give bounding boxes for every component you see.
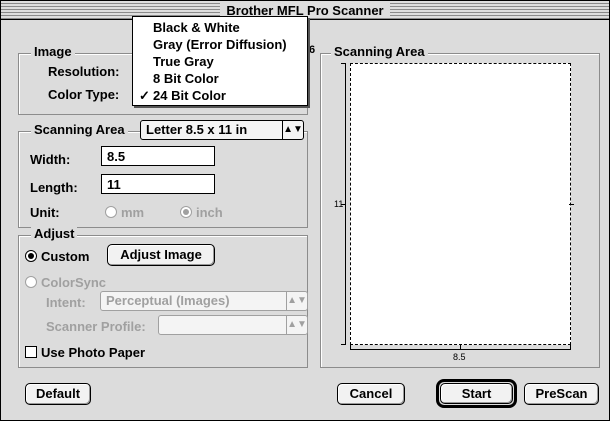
menu-item-true-gray[interactable]: True Gray	[139, 54, 214, 69]
checkbox-icon	[25, 346, 37, 358]
adjust-group-label: Adjust	[31, 226, 78, 241]
updown-arrow-icon: ▲▼	[282, 121, 303, 139]
updown-arrow-icon: ▲▼	[286, 316, 307, 334]
menu-item-24-bit-color[interactable]: ✓ 24 Bit Color	[139, 88, 226, 104]
preview-area[interactable]	[350, 63, 571, 345]
occluded-fragment: 6	[309, 44, 316, 56]
unit-mm-radio[interactable]: mm	[105, 205, 144, 220]
radio-icon	[105, 206, 117, 218]
width-field[interactable]: 8.5	[101, 146, 215, 166]
resolution-label: Resolution:	[48, 64, 120, 79]
color-type-label: Color Type:	[48, 87, 120, 102]
default-button[interactable]: Default	[25, 383, 91, 405]
menu-item-8-bit-color[interactable]: 8 Bit Color	[139, 71, 219, 86]
scanning-area-group-label: Scanning Area	[31, 122, 128, 137]
menu-item-gray-error-diffusion[interactable]: Gray (Error Diffusion)	[139, 37, 287, 52]
menu-item-black-white[interactable]: Black & White	[139, 20, 240, 35]
scanner-profile-select[interactable]: ▲▼	[158, 315, 308, 335]
cancel-button[interactable]: Cancel	[337, 383, 405, 405]
color-type-menu[interactable]: Black & White Gray (Error Diffusion) Tru…	[132, 16, 308, 106]
unit-label: Unit:	[30, 205, 60, 220]
preview-group-label: Scanning Area	[331, 44, 428, 59]
use-photo-paper-checkbox[interactable]: Use Photo Paper	[25, 345, 145, 360]
width-label: Width:	[30, 152, 71, 167]
radio-icon	[25, 276, 37, 288]
prescan-button[interactable]: PreScan	[524, 383, 599, 405]
custom-radio[interactable]: Custom	[25, 249, 89, 264]
adjust-image-button[interactable]: Adjust Image	[107, 244, 215, 266]
unit-inch-radio[interactable]: inch	[180, 205, 223, 220]
radio-selected-icon	[180, 206, 192, 218]
scanner-window: Brother MFL Pro Scanner Image Resolution…	[0, 0, 610, 421]
intent-label: Intent:	[46, 295, 86, 310]
colorsync-radio[interactable]: ColorSync	[25, 275, 106, 290]
length-field[interactable]: 11	[101, 174, 215, 194]
start-button[interactable]: Start	[440, 383, 513, 404]
scanner-profile-label: Scanner Profile:	[46, 319, 146, 334]
paper-size-select[interactable]: Letter 8.5 x 11 in ▲▼	[140, 120, 304, 140]
checkmark-icon: ✓	[139, 88, 150, 103]
updown-arrow-icon: ▲▼	[286, 292, 307, 310]
bottom-ruler-label: 8.5	[453, 352, 466, 362]
radio-selected-icon	[25, 250, 37, 262]
length-label: Length:	[30, 180, 78, 195]
image-group-label: Image	[31, 44, 75, 59]
intent-select[interactable]: Perceptual (Images) ▲▼	[100, 291, 308, 311]
